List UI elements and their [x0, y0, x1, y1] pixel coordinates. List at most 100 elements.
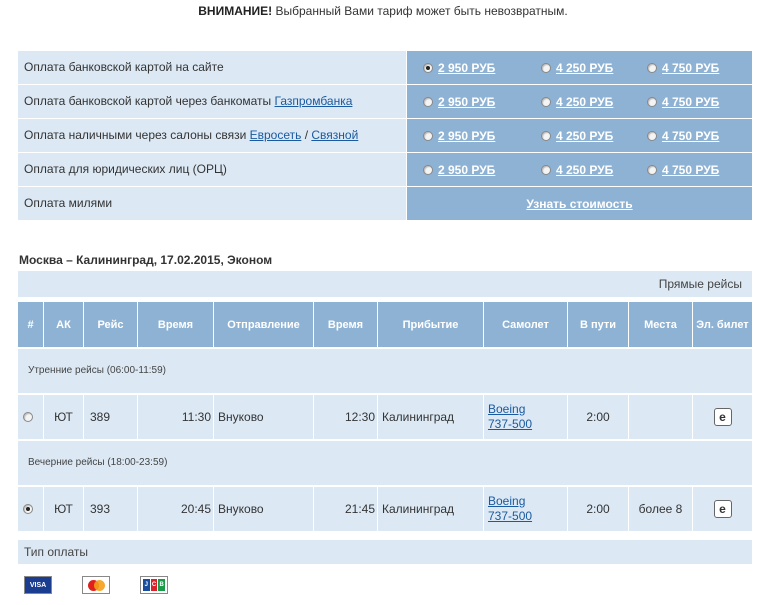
euroset-link[interactable]: Евросеть — [250, 128, 302, 142]
price-link[interactable]: 4 750 РУБ — [662, 95, 719, 109]
payment-label-text: Оплата для юридических лиц (ОРЦ) — [24, 162, 227, 176]
flight-radio-selected[interactable] — [23, 504, 33, 514]
visa-icon: VISA — [24, 576, 52, 594]
price-option[interactable]: 2 950 РУБ — [423, 129, 519, 143]
price-link[interactable]: 4 750 РУБ — [662, 129, 719, 143]
aircraft-link[interactable]: 737-500 — [488, 417, 532, 432]
cell-arr-time: 21:45 — [314, 487, 378, 531]
price-option[interactable]: 2 950 РУБ — [423, 61, 519, 75]
radio[interactable] — [423, 96, 433, 107]
col-flight: Рейс — [84, 302, 138, 347]
radio[interactable] — [647, 96, 657, 107]
cell-dep-time: 20:45 — [138, 487, 214, 531]
mastercard-icon — [82, 576, 110, 594]
price-link[interactable]: 4 250 РУБ — [556, 129, 613, 143]
payment-row-miles: Оплата милями Узнать стоимость — [18, 187, 752, 221]
price-link[interactable]: 2 950 РУБ — [438, 61, 495, 75]
jcb-icon: JCB — [140, 576, 168, 594]
section-evening: Вечерние рейсы (18:00-23:59) — [18, 441, 752, 485]
payment-label-text: Оплата банковской картой на сайте — [24, 60, 224, 74]
price-link[interactable]: 2 950 РУБ — [438, 163, 495, 177]
price-link[interactable]: 4 750 РУБ — [662, 163, 719, 177]
price-link[interactable]: 4 250 РУБ — [556, 95, 613, 109]
aircraft-link[interactable]: Boeing — [488, 402, 525, 417]
price-option[interactable]: 2 950 РУБ — [423, 95, 519, 109]
price-option[interactable]: 4 750 РУБ — [647, 163, 719, 177]
cell-radio — [18, 395, 44, 439]
cell-duration: 2:00 — [568, 395, 629, 439]
price-link[interactable]: 2 950 РУБ — [438, 129, 495, 143]
payment-prices: 2 950 РУБ 4 250 РУБ 4 750 РУБ — [406, 153, 752, 186]
col-arr-time: Время — [314, 302, 378, 347]
eticket-icon: e — [713, 500, 732, 518]
radio[interactable] — [541, 130, 551, 141]
payment-prices: 2 950 РУБ 4 250 РУБ 4 750 РУБ — [406, 85, 752, 118]
separator: / — [301, 128, 312, 142]
cell-aircraft: Boeing 737-500 — [484, 395, 568, 439]
svyaznoy-link[interactable]: Связной — [311, 128, 358, 142]
payment-label: Оплата наличными через салоны связи Евро… — [18, 119, 406, 152]
col-airline: АК — [44, 302, 84, 347]
col-duration: В пути — [568, 302, 629, 347]
price-link[interactable]: 4 250 РУБ — [556, 61, 613, 75]
gazprombank-link[interactable]: Газпромбанка — [275, 94, 353, 108]
price-option[interactable]: 4 250 РУБ — [541, 163, 625, 177]
price-option[interactable]: 4 750 РУБ — [647, 129, 719, 143]
payment-type-label: Тип оплаты — [18, 540, 752, 564]
price-option[interactable]: 4 750 РУБ — [647, 61, 719, 75]
payment-label-text: Оплата банковской картой через банкоматы — [24, 94, 275, 108]
payment-label: Оплата милями — [18, 187, 406, 220]
flight-radio[interactable] — [23, 412, 33, 422]
radio[interactable] — [541, 164, 551, 175]
cell-radio — [18, 487, 44, 531]
aircraft-link[interactable]: Boeing — [488, 494, 525, 509]
direct-flights-label: Прямые рейсы — [18, 271, 752, 297]
price-option[interactable]: 2 950 РУБ — [423, 163, 519, 177]
col-dep-time: Время — [138, 302, 214, 347]
price-link[interactable]: 4 250 РУБ — [556, 163, 613, 177]
payment-prices: 2 950 РУБ 4 250 РУБ 4 750 РУБ — [406, 51, 752, 84]
payment-label: Оплата банковской картой на сайте — [18, 51, 406, 84]
price-option[interactable]: 4 250 РУБ — [541, 129, 625, 143]
payment-row-card-atm: Оплата банковской картой через банкоматы… — [18, 85, 752, 119]
payment-label-text: Оплата милями — [24, 196, 113, 210]
price-option[interactable]: 4 250 РУБ — [541, 95, 625, 109]
aircraft-link[interactable]: 737-500 — [488, 509, 532, 524]
refund-warning: ВНИМАНИЕ! Выбранный Вами тариф может быт… — [0, 4, 766, 18]
radio[interactable] — [423, 130, 433, 141]
cell-duration: 2:00 — [568, 487, 629, 531]
radio[interactable] — [541, 96, 551, 107]
warning-text: Выбранный Вами тариф может быть невозвра… — [272, 4, 568, 18]
radio[interactable] — [541, 62, 551, 73]
cell-departure: Внуково — [214, 395, 314, 439]
check-price-link[interactable]: Узнать стоимость — [407, 197, 752, 211]
flight-row[interactable]: ЮТ 393 20:45 Внуково 21:45 Калининград B… — [18, 487, 752, 531]
payment-options-table: Оплата банковской картой на сайте 2 950 … — [18, 51, 752, 221]
col-aircraft: Самолет — [484, 302, 568, 347]
radio[interactable] — [647, 130, 657, 141]
warning-bold: ВНИМАНИЕ! — [198, 4, 273, 18]
radio[interactable] — [647, 164, 657, 175]
cell-seats — [629, 395, 693, 439]
price-option[interactable]: 4 750 РУБ — [647, 95, 719, 109]
payment-label: Оплата для юридических лиц (ОРЦ) — [18, 153, 406, 186]
cell-arrival: Калининград — [378, 395, 484, 439]
price-option[interactable]: 4 250 РУБ — [541, 61, 625, 75]
col-eticket: Эл. билет — [696, 318, 749, 331]
cell-eticket: e — [693, 395, 752, 439]
payment-prices: Узнать стоимость — [406, 187, 752, 220]
cell-eticket: e — [693, 487, 752, 531]
radio[interactable] — [423, 164, 433, 175]
flight-row[interactable]: ЮТ 389 11:30 Внуково 12:30 Калининград B… — [18, 395, 752, 439]
price-link[interactable]: 2 950 РУБ — [438, 95, 495, 109]
section-morning: Утренние рейсы (06:00-11:59) — [18, 349, 752, 393]
price-link[interactable]: 4 750 РУБ — [662, 61, 719, 75]
col-arrival: Прибытие — [378, 302, 484, 347]
col-number: # — [18, 302, 44, 347]
col-departure: Отправление — [214, 302, 314, 347]
payment-label: Оплата банковской картой через банкоматы… — [18, 85, 406, 118]
cell-flight: 389 — [84, 395, 138, 439]
radio[interactable] — [647, 62, 657, 73]
radio-selected[interactable] — [423, 62, 433, 73]
payment-prices: 2 950 РУБ 4 250 РУБ 4 750 РУБ — [406, 119, 752, 152]
